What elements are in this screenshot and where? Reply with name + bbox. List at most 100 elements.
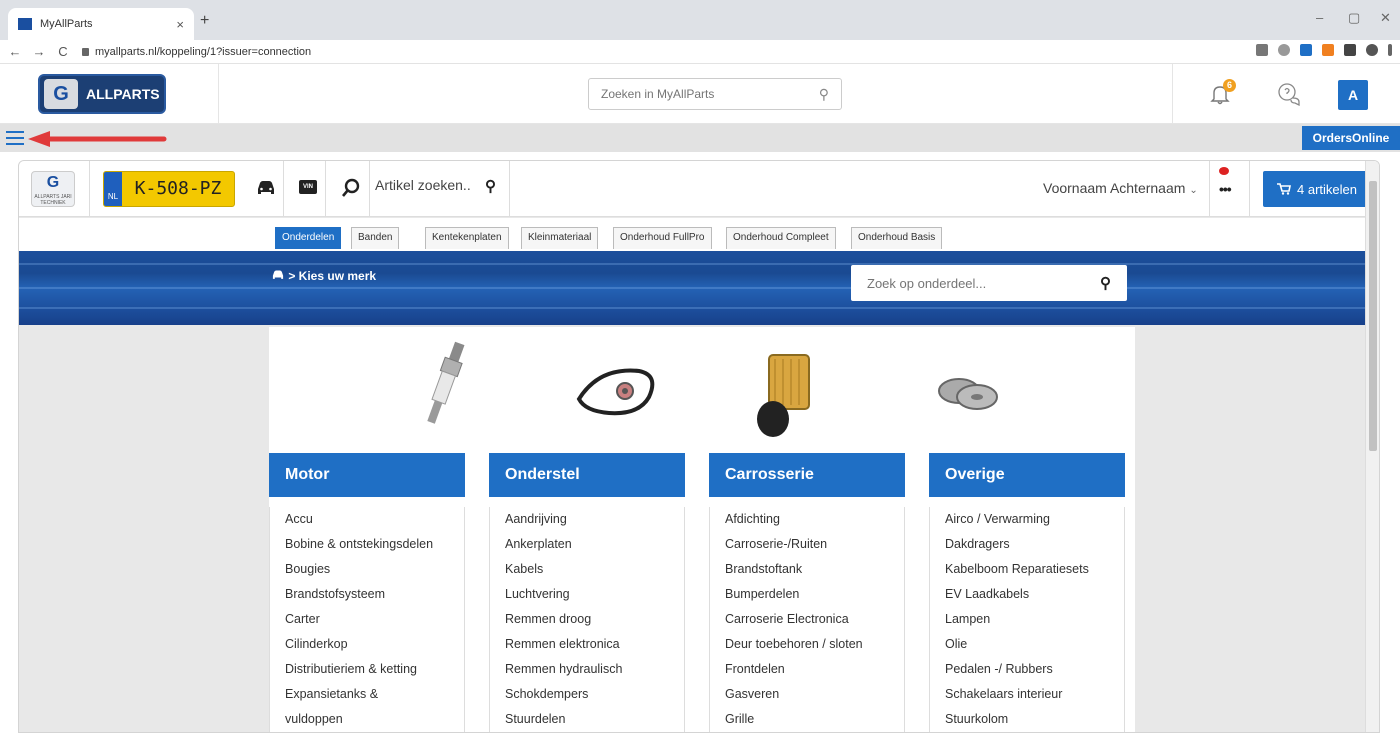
- toolbar-divider: [1209, 161, 1210, 217]
- category-link[interactable]: Luchtvering: [505, 582, 684, 607]
- catalog-logo[interactable]: G ALLPARTS JARI TECHNIEK: [31, 171, 75, 207]
- new-tab-button[interactable]: +: [200, 12, 209, 30]
- category-link[interactable]: Aandrijving: [505, 507, 684, 532]
- help-icon[interactable]: [1277, 82, 1301, 106]
- category-link[interactable]: Remmen droog: [505, 607, 684, 632]
- category-link[interactable]: Remmen elektronica: [505, 632, 684, 657]
- category-link[interactable]: Brandstoftank: [725, 557, 904, 582]
- category-link[interactable]: Remmen hydraulisch: [505, 657, 684, 682]
- category-link[interactable]: Cilinderkop: [285, 632, 464, 657]
- avatar[interactable]: A: [1338, 80, 1368, 110]
- minimize-icon[interactable]: –: [1316, 10, 1323, 25]
- category-link[interactable]: Bumperdelen: [725, 582, 904, 607]
- global-search[interactable]: ⚲: [588, 78, 842, 110]
- category-link[interactable]: Carroserie-/Ruiten: [725, 532, 904, 557]
- category-link[interactable]: Distributieriem & ketting: [285, 657, 464, 682]
- category-link[interactable]: Frontdelen: [725, 657, 904, 682]
- category-link[interactable]: Ankerplaten: [505, 532, 684, 557]
- download-extension-icon[interactable]: [1300, 44, 1312, 56]
- category-link[interactable]: Kabelboom Reparatiesets: [945, 557, 1124, 582]
- category-link[interactable]: Carroserie Electronica: [725, 607, 904, 632]
- category-list: Accu Bobine & ontstekingsdelen Bougies B…: [269, 507, 465, 732]
- tab-onderhoud-basis[interactable]: Onderhoud Basis: [851, 227, 943, 249]
- license-plate[interactable]: NL K-508-PZ: [103, 171, 235, 207]
- favicon-icon: [18, 18, 32, 30]
- category-title[interactable]: Onderstel: [489, 453, 685, 497]
- category-link[interactable]: Afdichting: [725, 507, 904, 532]
- category-title[interactable]: Motor: [269, 453, 465, 497]
- url-field[interactable]: myallparts.nl/koppeling/1?issuer=connect…: [82, 46, 311, 58]
- car-icon[interactable]: [255, 177, 277, 199]
- category-link[interactable]: Olie: [945, 632, 1124, 657]
- category-link[interactable]: Bougies: [285, 557, 464, 582]
- category-link[interactable]: Expansietanks &: [285, 682, 464, 707]
- category-link[interactable]: Bobine & ontstekingsdelen: [285, 532, 464, 557]
- puzzle-icon[interactable]: [1344, 44, 1356, 56]
- category-link[interactable]: Lampen: [945, 607, 1124, 632]
- global-search-input[interactable]: [601, 87, 819, 101]
- category-link[interactable]: Schakelaars interieur: [945, 682, 1124, 707]
- browser-tab[interactable]: MyAllParts ×: [8, 8, 194, 40]
- lock-icon: [82, 47, 89, 56]
- article-search-input[interactable]: Artikel zoeken..: [375, 177, 471, 193]
- category-link[interactable]: Gasveren: [725, 682, 904, 707]
- car-icon: [272, 270, 284, 279]
- more-options-icon[interactable]: •••: [1219, 181, 1232, 197]
- tab-onderhoud-compleet[interactable]: Onderhoud Compleet: [726, 227, 836, 249]
- forward-icon[interactable]: →: [30, 44, 48, 59]
- address-bar: ← → C myallparts.nl/koppeling/1?issuer=c…: [0, 40, 1400, 64]
- part-search[interactable]: ⚲: [851, 265, 1127, 301]
- category-link[interactable]: Brandstofsysteem: [285, 582, 464, 607]
- window-close-icon[interactable]: ✕: [1380, 10, 1391, 26]
- notification-badge: 6: [1223, 79, 1236, 92]
- category-link[interactable]: Deur toebehoren / sloten: [725, 632, 904, 657]
- orders-online-button[interactable]: OrdersOnline: [1302, 126, 1400, 150]
- category-link[interactable]: Grille: [725, 707, 904, 732]
- menu-kebab-icon[interactable]: [1388, 44, 1392, 56]
- category-link[interactable]: vuldoppen: [285, 707, 464, 732]
- category-link[interactable]: Dakdragers: [945, 532, 1124, 557]
- category-link[interactable]: Accu: [285, 507, 464, 532]
- key-icon[interactable]: [1256, 44, 1268, 56]
- tab-banden[interactable]: Banden: [351, 227, 400, 249]
- vin-icon[interactable]: VIN: [299, 180, 317, 194]
- history-search-icon[interactable]: [341, 177, 361, 199]
- category-link[interactable]: Carter: [285, 607, 464, 632]
- profile-icon[interactable]: [1366, 44, 1378, 56]
- rss-extension-icon[interactable]: [1322, 44, 1334, 56]
- eye-icon[interactable]: [1219, 167, 1229, 175]
- star-icon[interactable]: [1278, 44, 1290, 56]
- tab-onderdelen[interactable]: Onderdelen: [275, 227, 342, 249]
- category-link[interactable]: EV Laadkabels: [945, 582, 1124, 607]
- back-icon[interactable]: ←: [6, 44, 24, 59]
- category-link[interactable]: Stuurdelen: [505, 707, 684, 732]
- category-tabs: Onderdelen Banden Kentekenplaten Kleinma…: [19, 218, 1379, 251]
- category-title[interactable]: Carrosserie: [709, 453, 905, 497]
- search-icon[interactable]: ⚲: [819, 86, 829, 103]
- menu-strip: OrdersOnline: [0, 124, 1400, 152]
- toolbar-divider: [325, 161, 326, 217]
- tab-close-icon[interactable]: ×: [176, 17, 184, 32]
- user-menu[interactable]: Voornaam Achternaam ⌄: [1043, 180, 1198, 196]
- tab-onderhoud-fullpro[interactable]: Onderhoud FullPro: [613, 227, 712, 249]
- tab-kentekenplaten[interactable]: Kentekenplaten: [425, 227, 509, 249]
- part-search-input[interactable]: [867, 275, 1100, 291]
- reload-icon[interactable]: C: [54, 44, 72, 59]
- scrollbar-thumb[interactable]: [1369, 181, 1377, 451]
- red-arrow-annotation-icon: [28, 131, 167, 147]
- frame-scrollbar[interactable]: [1365, 161, 1379, 732]
- cart-button[interactable]: 4 artikelen: [1263, 171, 1371, 207]
- article-search-icon[interactable]: ⚲: [485, 177, 496, 195]
- category-link[interactable]: Pedalen -/ Rubbers: [945, 657, 1124, 682]
- maximize-icon[interactable]: ▢: [1348, 10, 1360, 26]
- category-link[interactable]: Stuurkolom: [945, 707, 1124, 732]
- breadcrumb[interactable]: > Kies uw merk: [271, 269, 376, 283]
- tab-kleinmateriaal[interactable]: Kleinmateriaal: [521, 227, 599, 249]
- category-link[interactable]: Airco / Verwarming: [945, 507, 1124, 532]
- search-icon[interactable]: ⚲: [1100, 274, 1111, 292]
- allparts-logo[interactable]: G ALLPARTS: [38, 74, 166, 114]
- category-link[interactable]: Schokdempers: [505, 682, 684, 707]
- hamburger-menu-icon[interactable]: [6, 131, 24, 145]
- category-link[interactable]: Kabels: [505, 557, 684, 582]
- category-title[interactable]: Overige: [929, 453, 1125, 497]
